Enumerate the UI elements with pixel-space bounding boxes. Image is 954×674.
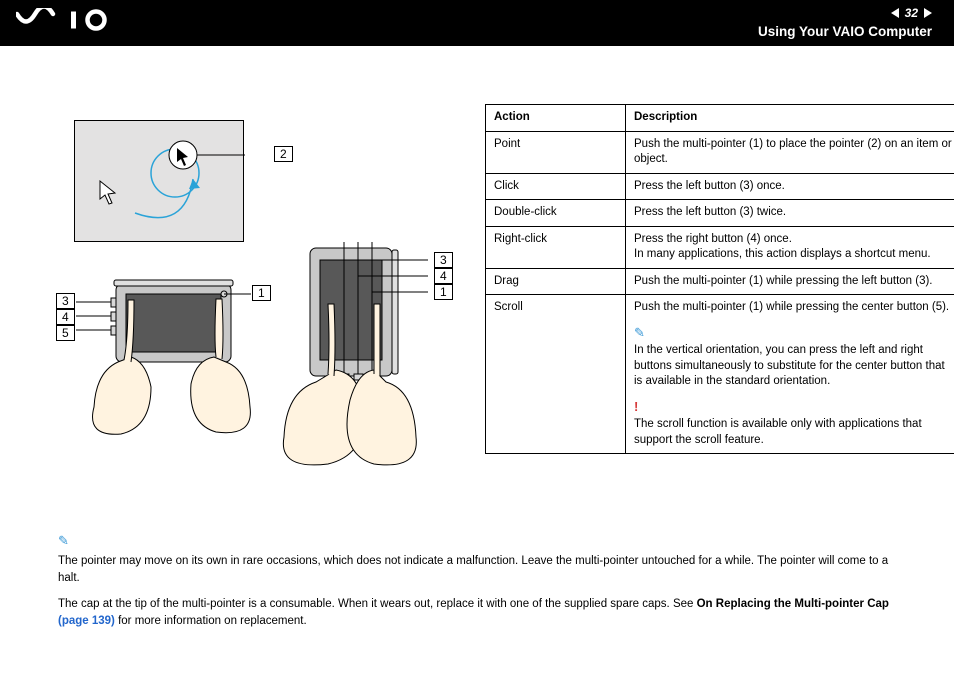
- table-row: Right-click Press the right button (4) o…: [486, 226, 954, 268]
- page-number: 32: [905, 6, 918, 20]
- diagram-area: 2 1 3 4 5: [56, 112, 451, 492]
- callout-right-1: 1: [434, 284, 453, 300]
- note-icon: ✎: [634, 324, 645, 342]
- page-link[interactable]: (page 139): [58, 615, 115, 627]
- note-paragraph-1: The pointer may move on its own in rare …: [58, 555, 888, 584]
- table-row: Scroll Push the multi-pointer (1) while …: [486, 295, 954, 454]
- pointer-screen-diagram: [74, 120, 244, 242]
- device-landscape: [76, 262, 251, 437]
- note-icon: ✎: [58, 532, 69, 551]
- callout-left-1: 1: [252, 285, 271, 301]
- nav-prev-icon[interactable]: [891, 8, 899, 18]
- table-header-description: Description: [626, 105, 954, 132]
- nav-next-icon[interactable]: [924, 8, 932, 18]
- header-bar: 32 Using Your VAIO Computer: [0, 0, 954, 46]
- action-description-table: Action Description Point Push the multi-…: [485, 104, 954, 454]
- table-row: Double-click Press the left button (3) t…: [486, 200, 954, 227]
- scroll-description: Push the multi-pointer (1) while pressin…: [634, 300, 954, 316]
- scroll-warning: The scroll function is available only wi…: [634, 417, 954, 448]
- table-row: Point Push the multi-pointer (1) to plac…: [486, 131, 954, 173]
- scroll-note: In the vertical orientation, you can pre…: [634, 343, 954, 390]
- callout-2: 2: [274, 146, 293, 162]
- device-portrait: [278, 242, 428, 472]
- body-notes: ✎ The pointer may move on its own in rar…: [40, 532, 930, 630]
- note-paragraph-2: The cap at the tip of the multi-pointer …: [58, 596, 906, 629]
- callout-right-4: 4: [434, 268, 453, 284]
- callout-left-4: 4: [56, 309, 75, 325]
- callout-right-3: 3: [434, 252, 453, 268]
- table-header-action: Action: [486, 105, 626, 132]
- vaio-logo: [16, 8, 126, 32]
- table-row: Click Press the left button (3) once.: [486, 173, 954, 200]
- callout-left-3: 3: [56, 293, 75, 309]
- table-row: Drag Push the multi-pointer (1) while pr…: [486, 268, 954, 295]
- callout-left-5: 5: [56, 325, 75, 341]
- page-nav[interactable]: 32: [891, 6, 932, 20]
- warning-icon: !: [634, 398, 638, 416]
- section-title: Using Your VAIO Computer: [758, 24, 932, 39]
- page-content: 2 1 3 4 5: [0, 46, 954, 674]
